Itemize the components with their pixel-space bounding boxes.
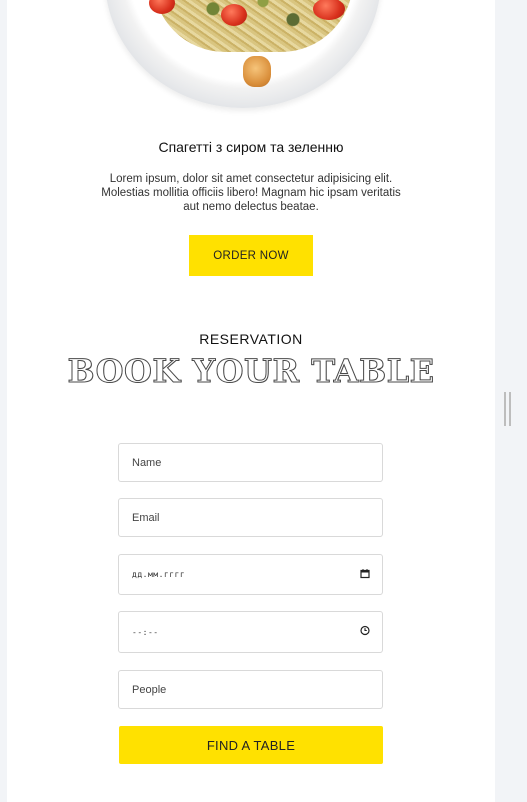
reservation-eyebrow: RESERVATION: [199, 331, 303, 347]
clock-icon[interactable]: [360, 625, 370, 639]
dish-title: Спагетті з сиром та зеленню: [158, 139, 344, 155]
people-field[interactable]: People: [118, 670, 383, 709]
order-now-button[interactable]: ORDER NOW: [189, 235, 313, 276]
people-placeholder: People: [132, 683, 167, 696]
book-table-heading: BOOK YOUR TABLE: [67, 352, 435, 391]
dish-description: Lorem ipsum, dolor sit amet consectetur …: [101, 173, 401, 213]
time-field[interactable]: --:--: [118, 611, 383, 653]
time-placeholder: --:--: [132, 627, 159, 637]
name-field[interactable]: Name: [118, 443, 383, 482]
email-field[interactable]: Email: [118, 498, 383, 537]
tomato-garnish: [221, 4, 247, 26]
calendar-icon[interactable]: [360, 568, 370, 581]
date-placeholder: дд.мм.гггг: [132, 570, 186, 579]
date-field[interactable]: дд.мм.гггг: [118, 554, 383, 595]
find-table-button[interactable]: FIND A TABLE: [119, 726, 383, 764]
name-placeholder: Name: [132, 456, 162, 469]
page-content: Спагетті з сиром та зеленню Lorem ipsum,…: [7, 0, 495, 802]
email-placeholder: Email: [132, 511, 160, 524]
scrollbar-grip[interactable]: [504, 392, 511, 426]
crouton-garnish: [243, 56, 271, 87]
